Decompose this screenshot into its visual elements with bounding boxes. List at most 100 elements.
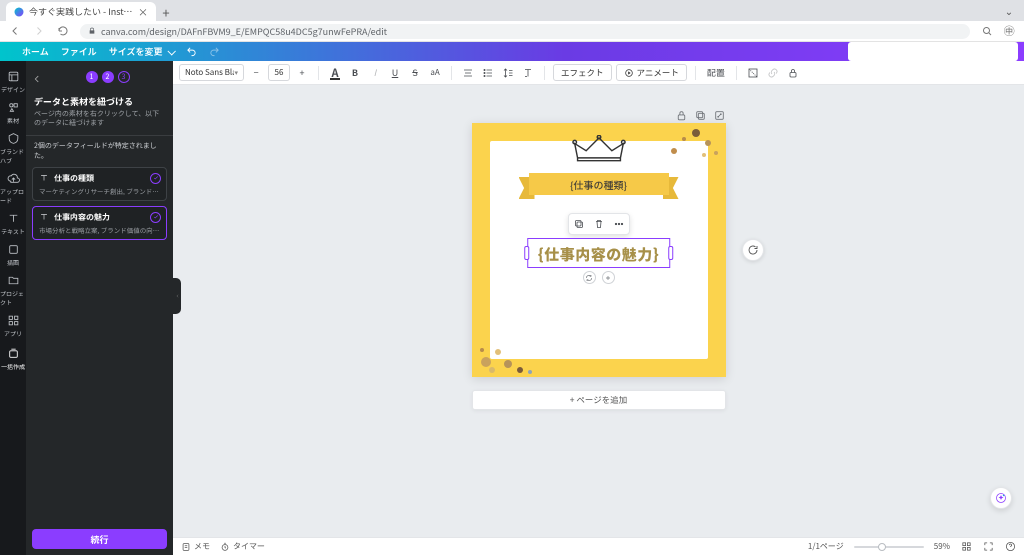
effects-button[interactable]: エフェクト — [553, 64, 612, 81]
add-page-button[interactable]: + ページを追加 — [472, 390, 726, 410]
rail-projects[interactable]: プロジェクト — [0, 271, 26, 311]
spacing-button[interactable] — [500, 64, 516, 81]
zoom-level[interactable]: 59% — [934, 541, 950, 552]
floating-action-bar — [568, 213, 630, 235]
zoom-thumb[interactable] — [878, 543, 886, 551]
decor-dots-bottom — [474, 330, 544, 375]
decor-dots-top — [664, 125, 724, 160]
strike-button[interactable]: S — [407, 64, 423, 81]
redo-button[interactable] — [209, 46, 220, 57]
editor-area: Noto Sans Black ▾ − 56 + A B I U S aA — [173, 61, 1024, 555]
sync-toggle-icon[interactable] — [583, 271, 596, 284]
panel-back-icon[interactable] — [32, 65, 42, 89]
fullscreen-icon[interactable] — [982, 541, 994, 553]
url-box[interactable]: canva.com/design/DAFnFBVM9_E/EMPQC58u4DC… — [80, 24, 970, 39]
nav-back-icon[interactable] — [8, 24, 22, 38]
resize-handle-left[interactable] — [524, 246, 529, 260]
more-element-icon[interactable] — [609, 214, 629, 234]
help-icon[interactable] — [1004, 541, 1016, 553]
translate-icon[interactable]: ㊥ — [1002, 24, 1016, 38]
rail-elements[interactable]: 素材 — [0, 98, 26, 129]
help-fab[interactable] — [990, 487, 1012, 509]
ribbon-banner[interactable]: {仕事の種類} — [529, 173, 669, 195]
font-size-decrease[interactable]: − — [248, 64, 264, 81]
undo-button[interactable] — [186, 46, 197, 57]
browser-address-bar: canva.com/design/DAFnFBVM9_E/EMPQC58u4DC… — [0, 21, 1024, 42]
resize-menu[interactable]: サイズを変更 — [109, 45, 175, 58]
rail-uploads[interactable]: アップロード — [0, 169, 26, 209]
crown-graphic[interactable] — [570, 135, 628, 170]
bold-button[interactable]: B — [347, 64, 363, 81]
text-type-icon — [39, 173, 49, 183]
rail-brand[interactable]: ブランドハブ — [0, 129, 26, 169]
resize-handle-right[interactable] — [668, 246, 673, 260]
page-indicator[interactable]: 1/1ページ — [808, 541, 844, 552]
field-check-icon — [150, 212, 161, 223]
page-lock-icon[interactable] — [675, 103, 688, 116]
browser-tab[interactable]: 今すぐ実践したい - Instagramの投… × — [6, 2, 156, 21]
list-button[interactable] — [480, 64, 496, 81]
transparency-button[interactable] — [745, 64, 761, 81]
window-chevron-icon[interactable]: ⌄ — [994, 0, 1024, 21]
field-title: 仕事内容の魅力 — [54, 212, 110, 223]
data-field-card-2[interactable]: 仕事内容の魅力 市場分析と戦略立案, ブランド価値の向上, オンライン広… — [32, 206, 167, 240]
field-preview: 市場分析と戦略立案, ブランド価値の向上, オンライン広… — [39, 225, 160, 235]
page-expand-icon[interactable] — [713, 103, 726, 116]
timer-button[interactable]: タイマー — [220, 541, 265, 552]
color-underline — [330, 78, 340, 80]
field-check-icon — [150, 173, 161, 184]
case-button[interactable]: aA — [427, 64, 443, 81]
lock-icon — [88, 27, 96, 35]
side-rail: デザイン 素材 ブランドハブ アップロード テキスト 描画 プロジェクト アプリ… — [0, 61, 26, 555]
rail-design[interactable]: デザイン — [0, 67, 26, 98]
page-duplicate-icon[interactable] — [694, 103, 707, 116]
font-family-select[interactable]: Noto Sans Black ▾ — [179, 64, 244, 81]
page-top-controls — [675, 103, 726, 116]
app-header: ホーム ファイル サイズを変更 — [0, 42, 1024, 61]
align-button[interactable] — [460, 64, 476, 81]
link-button[interactable] — [765, 64, 781, 81]
font-size-input[interactable]: 56 — [268, 64, 290, 81]
tab-close-icon[interactable]: × — [138, 4, 148, 19]
panel-desc: ページ内の素材を右クリックして、以下のデータに紐づけます — [26, 110, 173, 135]
add-below-icon[interactable] — [602, 271, 615, 284]
italic-button[interactable]: I — [367, 64, 383, 81]
delete-element-icon[interactable] — [589, 214, 609, 234]
vertical-text-button[interactable] — [520, 64, 536, 81]
rail-text[interactable]: テキスト — [0, 209, 26, 240]
rotate-handle[interactable] — [742, 239, 764, 261]
nav-reload-icon[interactable] — [56, 24, 70, 38]
selected-text-element[interactable]: {仕事内容の魅力} — [527, 238, 671, 268]
browser-tab-title: 今すぐ実践したい - Instagramの投… — [29, 5, 133, 18]
nav-forward-icon[interactable] — [32, 24, 46, 38]
ribbon-text: {仕事の種類} — [570, 177, 627, 192]
file-menu[interactable]: ファイル — [61, 45, 97, 58]
data-field-card-1[interactable]: 仕事の種類 マーケティングリサーチ創出, ブランドマネージャー, デ… — [32, 167, 167, 201]
lock-button[interactable] — [785, 64, 801, 81]
editor-footer: メモ タイマー 1/1ページ 59% — [173, 537, 1024, 555]
new-tab-button[interactable]: + — [156, 3, 176, 21]
rail-apps[interactable]: アプリ — [0, 311, 26, 342]
field-preview: マーケティングリサーチ創出, ブランドマネージャー, デ… — [39, 186, 160, 196]
grid-view-icon[interactable] — [960, 541, 972, 553]
design-page[interactable]: {仕事の種類} {仕事内容の魅力} — [472, 123, 726, 377]
chevron-down-icon: ▾ — [234, 68, 238, 78]
rail-draw[interactable]: 描画 — [0, 240, 26, 271]
duplicate-element-icon[interactable] — [569, 214, 589, 234]
step-1: 1 — [86, 71, 98, 83]
notes-button[interactable]: メモ — [181, 541, 210, 552]
underline-button[interactable]: U — [387, 64, 403, 81]
animate-button[interactable]: アニメート — [616, 64, 687, 81]
home-button[interactable]: ホーム — [22, 45, 49, 58]
continue-button[interactable]: 続行 — [32, 529, 167, 549]
text-color-button[interactable]: A — [327, 64, 343, 81]
sync-controls — [583, 271, 615, 284]
zoom-slider[interactable] — [854, 546, 924, 548]
search-tabs-icon[interactable] — [980, 24, 994, 38]
position-button[interactable]: 配置 — [704, 64, 728, 81]
font-size-increase[interactable]: + — [294, 64, 310, 81]
rail-bulk-create[interactable]: 一括作成 — [0, 344, 26, 375]
field-title: 仕事の種類 — [54, 173, 94, 184]
canvas-stage[interactable]: {仕事の種類} {仕事内容の魅力} — [173, 85, 1024, 537]
window-controls: ⌄ — [994, 0, 1024, 21]
